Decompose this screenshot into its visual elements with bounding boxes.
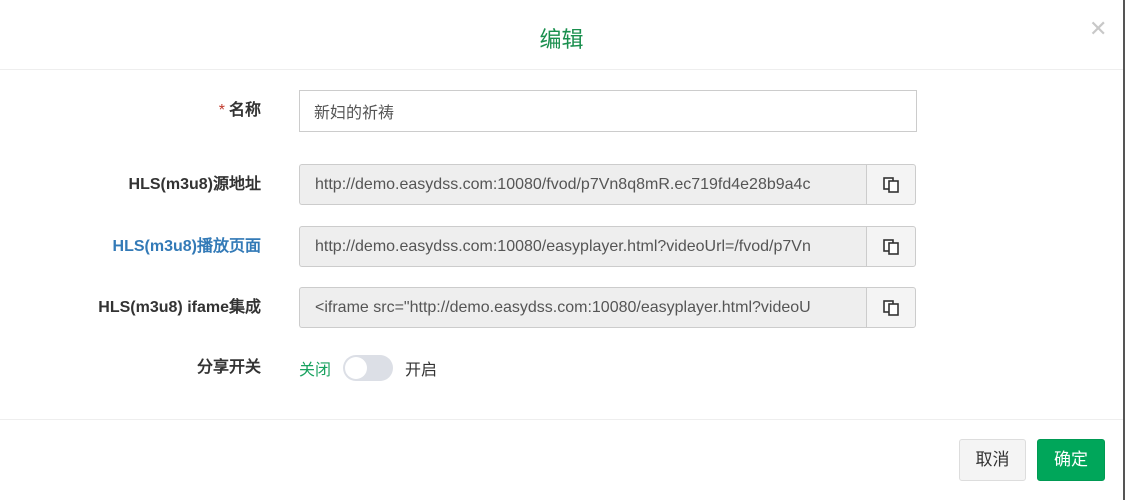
confirm-button[interactable]: 确定 — [1037, 439, 1105, 481]
copy-hls-source-button[interactable] — [866, 164, 916, 205]
share-label: 分享开关 — [196, 359, 261, 376]
cancel-button[interactable]: 取消 — [959, 439, 1026, 481]
copy-icon — [883, 176, 899, 193]
required-mark: * — [218, 102, 225, 119]
footer-divider — [0, 419, 1123, 420]
copy-icon — [883, 238, 899, 255]
copy-hls-page-button[interactable] — [866, 226, 916, 267]
hls-iframe-row: HLS(m3u8) ifame集成 <iframe src="http://de… — [0, 287, 1123, 329]
name-label-text: 名称 — [228, 102, 261, 119]
share-toggle[interactable] — [343, 355, 394, 381]
name-input[interactable] — [299, 90, 917, 132]
share-on-label: 开启 — [405, 362, 438, 379]
share-row: 分享开关 — [0, 347, 1123, 389]
hls-iframe-label: HLS(m3u8) ifame集成 — [98, 299, 261, 316]
name-row: * 名称 — [0, 90, 1123, 132]
dialog-header: 编辑 ✕ — [0, 0, 1123, 70]
hls-iframe-input[interactable]: <iframe src="http://demo.easydss.com:100… — [299, 287, 867, 328]
hls-source-row: HLS(m3u8)源地址 http://demo.easydss.com:100… — [0, 164, 1123, 206]
toggle-knob — [345, 357, 368, 379]
hls-source-label: HLS(m3u8)源地址 — [128, 176, 261, 193]
hls-source-input[interactable]: http://demo.easydss.com:10080/fvod/p7Vn8… — [299, 164, 867, 205]
hls-page-link[interactable]: HLS(m3u8)播放页面 — [113, 226, 261, 268]
share-toggle-group: 关闭 开启 — [299, 354, 437, 382]
name-label: * 名称 — [219, 90, 261, 132]
copy-hls-iframe-button[interactable] — [866, 287, 916, 328]
dialog-title: 编辑 — [539, 27, 584, 52]
hls-page-row: HLS(m3u8)播放页面 http://demo.easydss.com:10… — [0, 226, 1123, 268]
hls-page-input[interactable]: http://demo.easydss.com:10080/easyplayer… — [299, 226, 867, 267]
share-off-label: 关闭 — [299, 362, 332, 379]
close-icon[interactable]: ✕ — [1089, 16, 1107, 42]
copy-icon — [883, 299, 899, 316]
